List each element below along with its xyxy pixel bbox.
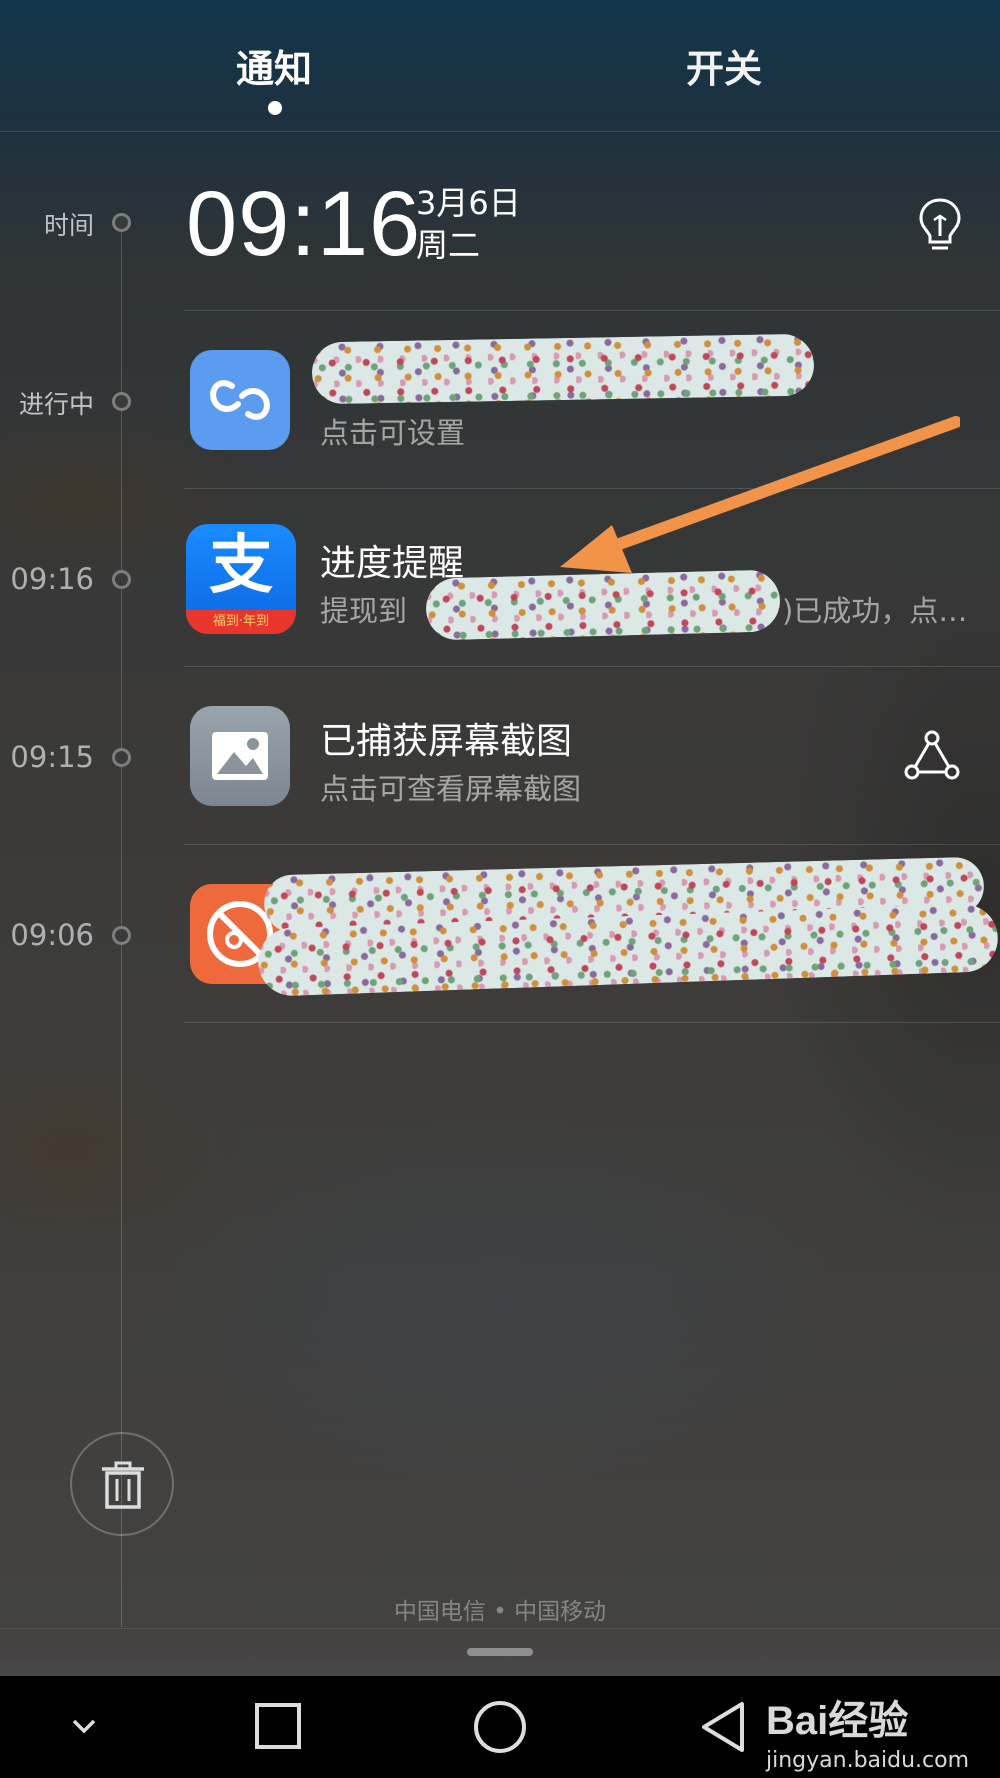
image-icon: [212, 732, 268, 780]
timeline-node: [112, 392, 131, 411]
divider: [184, 310, 1000, 311]
timeline-time: 09:16: [10, 562, 94, 596]
annotation-arrow: [560, 416, 960, 573]
notification-item[interactable]: [184, 846, 1000, 1022]
tab-bar: 通知 开关: [0, 0, 1000, 132]
divider: [184, 666, 1000, 667]
home-button[interactable]: [440, 1676, 560, 1778]
date: 3月6日: [416, 184, 521, 222]
divider: [184, 844, 1000, 845]
timeline-line: [121, 222, 122, 1627]
notification-subtitle: 点击可设置: [320, 416, 466, 450]
tab-switches[interactable]: 开关: [686, 38, 762, 93]
screenshot-app-icon: [190, 706, 290, 806]
divider: [184, 1022, 1000, 1023]
timeline-label-time: 时间: [43, 211, 94, 240]
divider: [0, 1628, 1000, 1629]
timeline-node: [112, 213, 131, 232]
trash-icon: [102, 1461, 144, 1509]
notification-subtitle-end: )已成功，点…: [782, 594, 968, 628]
notification-title: 已捕获屏幕截图: [320, 721, 573, 762]
alipay-badge: 福到·年到: [186, 610, 296, 634]
lightbulb-icon[interactable]: [914, 196, 966, 252]
back-triangle-icon: [702, 1702, 744, 1752]
alipay-icon: 支 福到·年到: [186, 524, 296, 634]
square-icon: [255, 1703, 301, 1749]
redaction-scribble: [311, 333, 815, 405]
drag-handle[interactable]: [467, 1648, 533, 1656]
timeline-time: 09:06: [10, 918, 94, 952]
carrier-label: 中国电信 • 中国移动: [393, 1599, 607, 1625]
timeline-time: 09:15: [10, 740, 94, 774]
watermark-brand: Bai经验: [766, 1699, 909, 1743]
timeline-node: [112, 748, 131, 767]
chevron-down-icon: [72, 1719, 96, 1734]
tab-notifications[interactable]: 通知: [236, 38, 312, 93]
weekday: 周二: [416, 226, 481, 264]
alipay-logo: 支: [209, 529, 273, 603]
share-icon[interactable]: [904, 728, 960, 784]
clock: 09:16: [186, 173, 422, 275]
date-block: 3月6日 周二: [416, 182, 521, 266]
redaction-scribble: [425, 569, 781, 641]
timeline-node: [112, 926, 131, 945]
circle-icon: [474, 1701, 526, 1753]
notification-subtitle-start: 提现到: [320, 594, 408, 628]
collapse-nav-button[interactable]: [24, 1676, 144, 1778]
timeline-label-ongoing: 进行中: [18, 390, 94, 419]
link-app-icon: [190, 350, 290, 450]
notification-title: 进度提醒: [320, 543, 465, 584]
notification-item[interactable]: 已捕获屏幕截图 点击可查看屏幕截图: [184, 668, 1000, 844]
clear-all-button[interactable]: [70, 1432, 174, 1536]
recents-button[interactable]: [218, 1676, 338, 1778]
watermark-url: jingyan.baidu.com: [766, 1748, 970, 1773]
baidu-watermark: Bai经验 jingyan.baidu.com: [766, 1688, 969, 1773]
notification-subtitle: 点击可查看屏幕截图: [320, 772, 582, 806]
active-tab-indicator: [268, 101, 282, 115]
link-icon: [210, 380, 270, 420]
timeline-node: [112, 570, 131, 589]
